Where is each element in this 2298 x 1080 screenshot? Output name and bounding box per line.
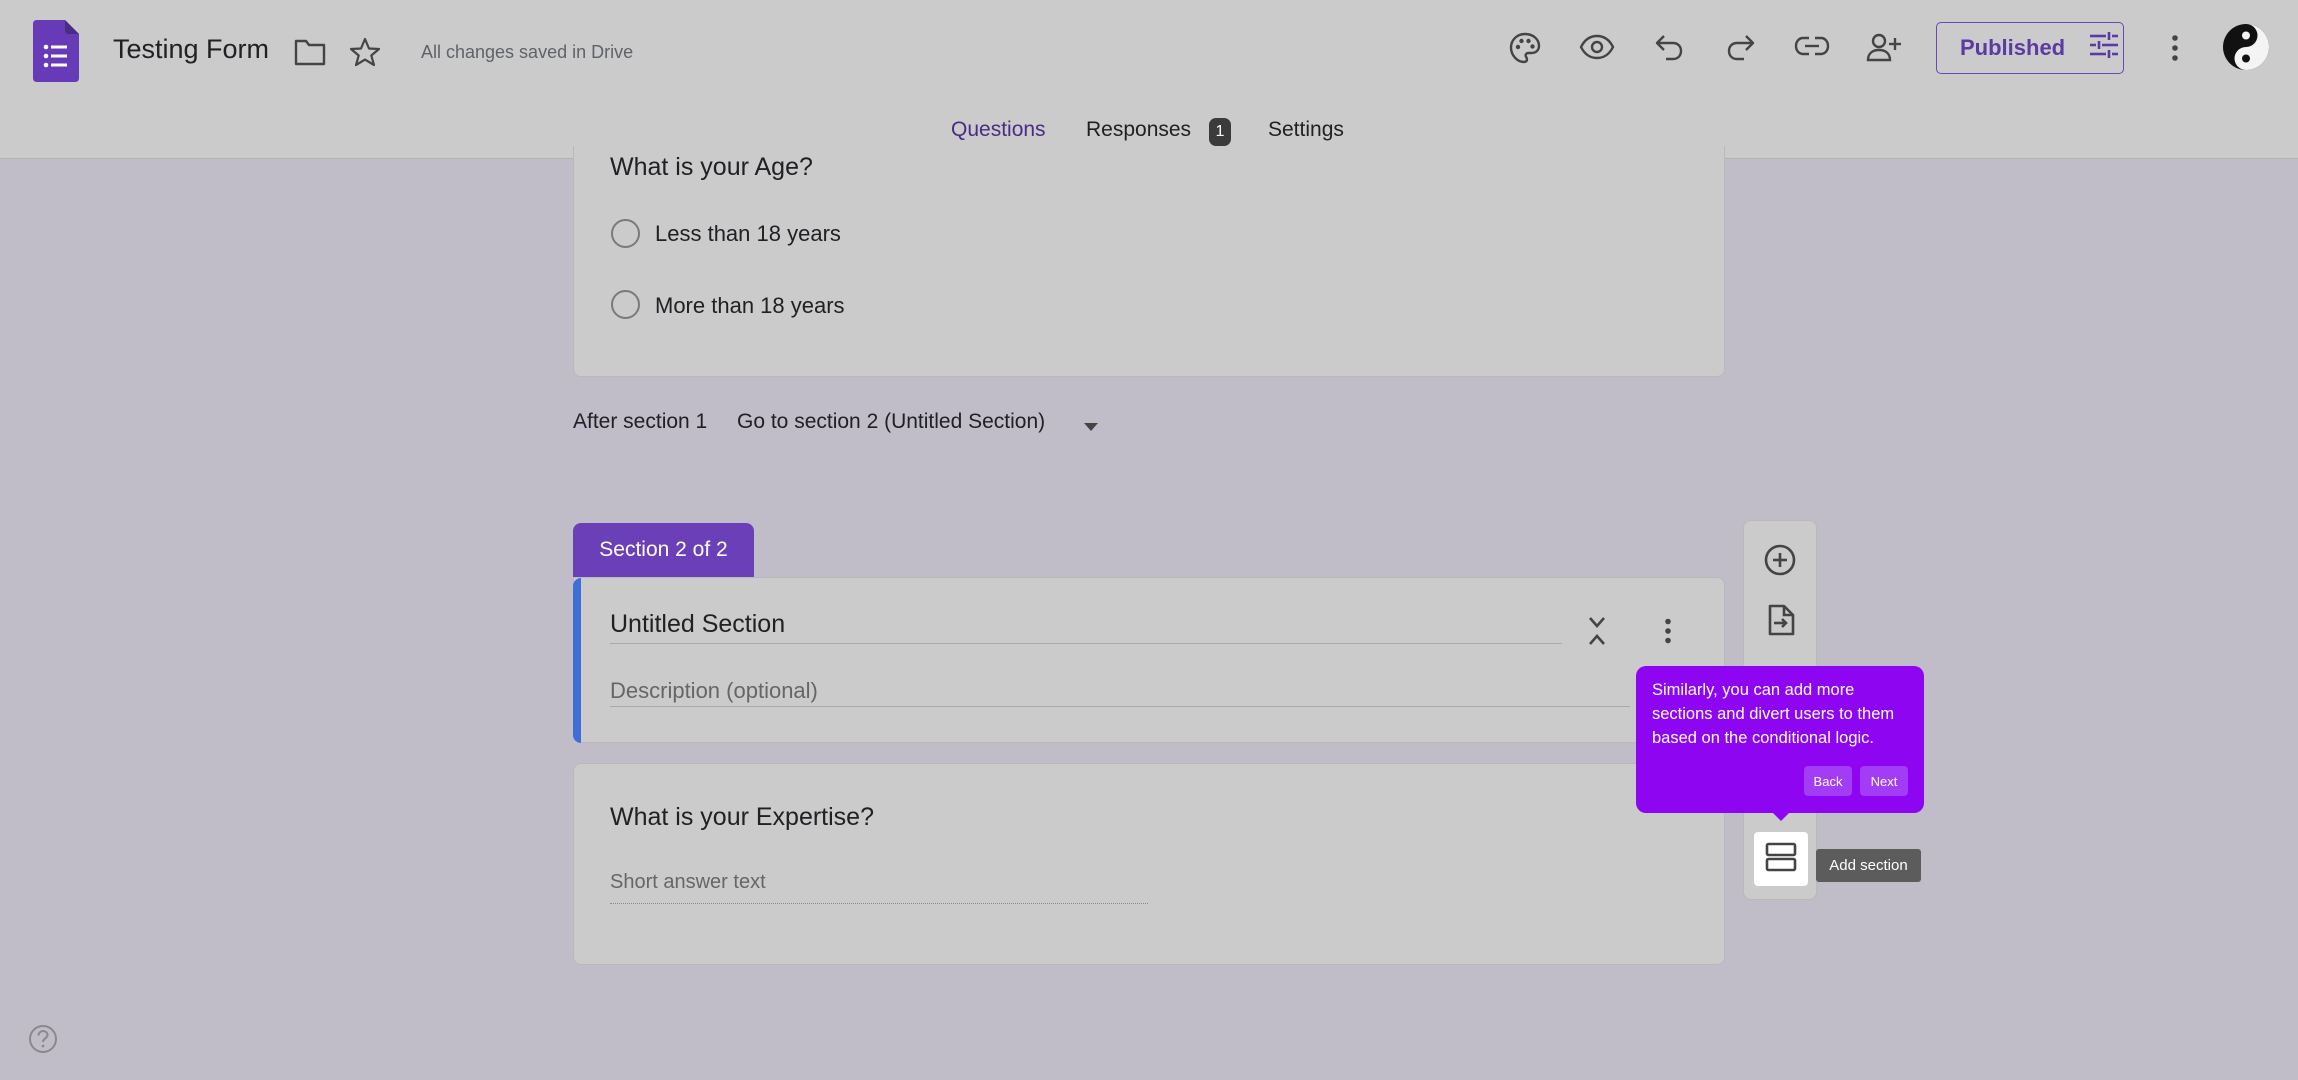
redo-icon[interactable] <box>1726 33 1756 61</box>
section-description-field[interactable]: Description (optional) <box>610 678 818 704</box>
app-header: Testing Form All changes saved in Drive … <box>0 0 2298 159</box>
tab-settings[interactable]: Settings <box>1268 118 1344 142</box>
short-answer-underline <box>610 903 1148 904</box>
section-title-underline <box>610 643 1562 644</box>
add-circle-icon[interactable] <box>1763 543 1797 577</box>
document-title[interactable]: Testing Form <box>113 34 269 65</box>
section-title[interactable]: Untitled Section <box>610 610 785 639</box>
radio-option-2[interactable] <box>611 290 640 319</box>
link-icon[interactable] <box>1794 34 1830 58</box>
dropdown-arrow-icon[interactable] <box>1083 419 1099 437</box>
go-to-section-dropdown[interactable]: Go to section 2 (Untitled Section) <box>737 410 1045 434</box>
publish-button[interactable]: Published <box>1936 22 2124 74</box>
radio-option-1[interactable] <box>611 219 640 248</box>
folder-icon[interactable] <box>293 37 327 67</box>
back-button[interactable]: Back <box>1804 766 1852 796</box>
question-title[interactable]: What is your Expertise? <box>610 803 874 832</box>
tab-responses[interactable]: Responses <box>1086 118 1191 142</box>
question-card-expertise[interactable] <box>573 763 1725 965</box>
option-label: Less than 18 years <box>655 221 841 246</box>
section-more-icon[interactable] <box>1661 617 1675 645</box>
collapse-section-icon[interactable] <box>1588 616 1606 646</box>
description-underline <box>610 706 1630 707</box>
responses-count-badge: 1 <box>1209 118 1231 146</box>
section-header-card[interactable] <box>573 577 1725 743</box>
import-icon[interactable] <box>1766 603 1796 637</box>
after-section-label: After section 1 <box>573 410 708 433</box>
onboarding-popup: Similarly, you can add more sections and… <box>1636 666 1924 813</box>
more-vert-icon[interactable] <box>2168 33 2182 63</box>
popup-pointer <box>1770 810 1792 821</box>
add-section-tooltip: Add section <box>1816 849 1921 882</box>
section-tab: Section 2 of 2 <box>573 523 754 577</box>
option-label: More than 18 years <box>655 293 845 318</box>
question-title[interactable]: What is your Age? <box>610 153 813 182</box>
undo-icon[interactable] <box>1654 33 1684 61</box>
next-button[interactable]: Next <box>1860 766 1908 796</box>
publish-label: Published <box>1960 35 2066 60</box>
short-answer-field: Short answer text <box>610 871 766 893</box>
tab-questions[interactable]: Questions <box>951 118 1046 142</box>
star-icon[interactable] <box>349 37 381 67</box>
tune-icon <box>2089 32 2119 64</box>
eye-icon[interactable] <box>1579 33 1615 61</box>
help-icon[interactable] <box>28 1024 58 1059</box>
popup-text: Similarly, you can add more sections and… <box>1652 681 1895 747</box>
save-status: All changes saved in Drive <box>421 42 634 62</box>
section-active-bar <box>573 578 581 743</box>
add-section-icon <box>1765 842 1797 877</box>
add-person-icon[interactable] <box>1866 32 1902 62</box>
add-section-button[interactable] <box>1754 832 1808 886</box>
forms-logo-icon[interactable] <box>33 20 79 82</box>
avatar[interactable] <box>2222 23 2270 71</box>
palette-icon[interactable] <box>1508 31 1542 65</box>
